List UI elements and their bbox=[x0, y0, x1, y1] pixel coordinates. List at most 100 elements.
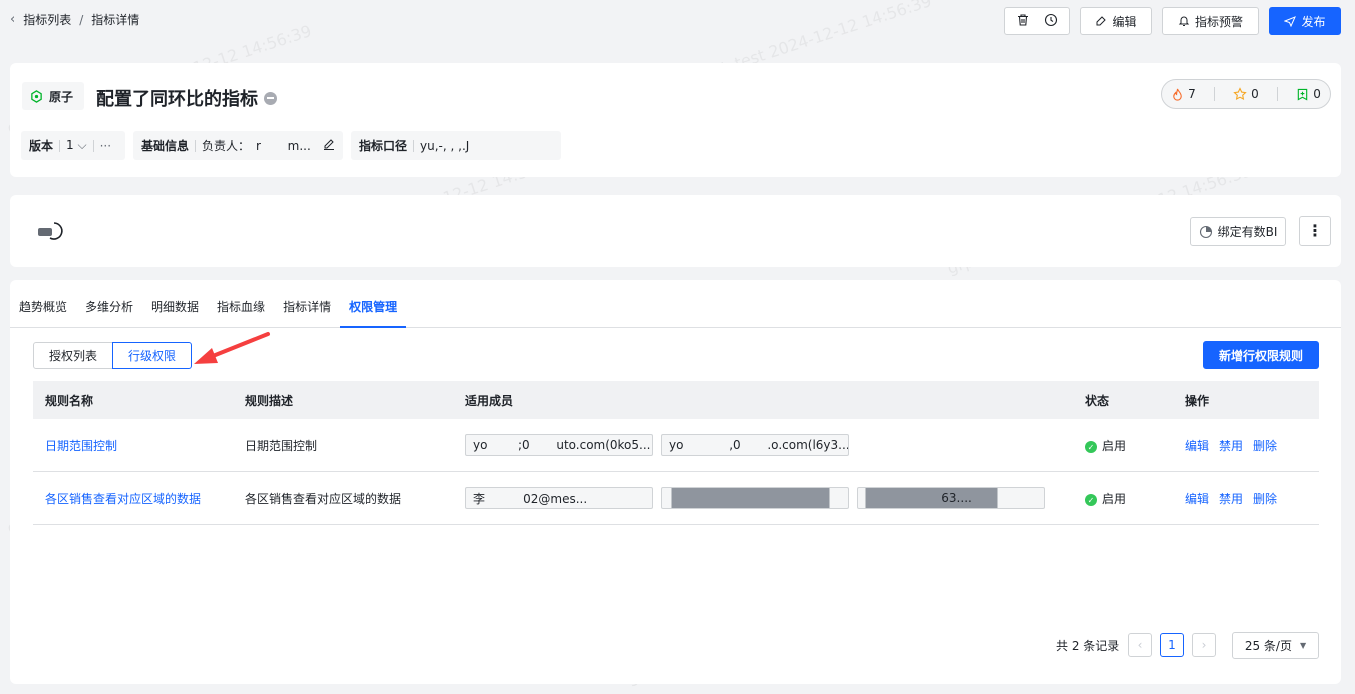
atom-icon bbox=[31, 89, 42, 103]
rule-table: 规则名称 规则描述 适用成员 状态 操作 日期范围控制 日期范围控制 yo ;0… bbox=[33, 381, 1319, 525]
divider bbox=[1276, 87, 1278, 101]
page-size-select[interactable]: 25 条/页 ▼ bbox=[1232, 632, 1319, 659]
table-header: 规则名称 规则描述 适用成员 状态 操作 bbox=[33, 381, 1319, 419]
history-icon[interactable] bbox=[1044, 13, 1058, 30]
bind-bi-label: 绑定有数BI bbox=[1217, 225, 1278, 239]
alert-button[interactable]: 指标预警 bbox=[1162, 7, 1259, 35]
bookmark-stat[interactable]: 0 bbox=[1296, 87, 1321, 101]
divider bbox=[413, 139, 415, 152]
segment-auth-list[interactable]: 授权列表 bbox=[33, 342, 113, 369]
bell-icon bbox=[1178, 16, 1190, 26]
caliber-box: 指标口径 yu,-, , ,.J bbox=[351, 131, 561, 160]
toolbar-icon-group bbox=[1004, 7, 1070, 35]
status-dot-icon bbox=[264, 91, 277, 105]
disable-rule-link[interactable]: 禁用 bbox=[1219, 490, 1243, 507]
member-list: 李 02@mes... 63.... bbox=[453, 487, 1073, 509]
tab-lineage[interactable]: 指标血缘 bbox=[208, 298, 274, 327]
trash-icon[interactable] bbox=[1016, 13, 1030, 30]
segment-row-permission[interactable]: 行级权限 bbox=[112, 342, 192, 369]
divider bbox=[59, 139, 61, 152]
edit-icon bbox=[1096, 16, 1107, 26]
bookmark-plus-icon bbox=[1297, 88, 1308, 101]
version-label: 版本 bbox=[29, 139, 54, 153]
tab-bar: 趋势概览 多维分析 明细数据 指标血缘 指标详情 权限管理 bbox=[10, 280, 1341, 328]
owner-label: 负责人： bbox=[202, 139, 251, 153]
caret-down-icon: ▼ bbox=[1299, 641, 1307, 650]
header-rule-name: 规则名称 bbox=[45, 393, 94, 408]
tab-multidim[interactable]: 多维分析 bbox=[76, 298, 142, 327]
member-list: yo ;0 uto.com(0ko5... yo ,0 .o.com(l6y3.… bbox=[453, 434, 1073, 456]
alert-label: 指标预警 bbox=[1194, 14, 1243, 29]
breadcrumb-current: 指标详情 bbox=[91, 13, 140, 27]
owner-value: r m... bbox=[256, 138, 311, 153]
star-stat[interactable]: 0 bbox=[1233, 87, 1259, 101]
member-tag: 李 02@mes... bbox=[465, 487, 653, 509]
metric-type-badge: 原子 bbox=[22, 82, 84, 110]
metric-title-text: 配置了同环比的指标 bbox=[96, 89, 258, 110]
chevron-left-icon: ‹ bbox=[1137, 638, 1143, 652]
edit-rule-link[interactable]: 编辑 bbox=[1185, 490, 1209, 507]
basic-info-box: 基础信息 负责人： r m... bbox=[133, 131, 343, 160]
edit-button[interactable]: 编辑 bbox=[1080, 7, 1152, 35]
page-number-button[interactable]: 1 bbox=[1160, 633, 1184, 657]
edit-label: 编辑 bbox=[1112, 14, 1137, 29]
hot-stat[interactable]: 7 bbox=[1171, 87, 1196, 101]
member-tag: yo ,0 .o.com(l6y3... bbox=[661, 434, 849, 456]
caliber-value: yu,-, , ,.J bbox=[420, 138, 470, 153]
page-size-label: 25 条/页 bbox=[1244, 639, 1292, 653]
rule-name-link[interactable]: 日期范围控制 bbox=[33, 437, 233, 454]
divider bbox=[92, 139, 94, 152]
more-icon[interactable]: ··· bbox=[100, 139, 111, 153]
header-status: 状态 bbox=[1085, 393, 1110, 408]
chevron-left-icon[interactable]: ‹ bbox=[10, 12, 15, 27]
tab-metric-detail[interactable]: 指标详情 bbox=[274, 298, 340, 327]
publish-button[interactable]: 发布 bbox=[1269, 7, 1341, 35]
breadcrumb-parent[interactable]: 指标列表 bbox=[23, 11, 71, 28]
breadcrumb-separator: / bbox=[79, 12, 84, 27]
add-row-rule-button[interactable]: 新增行权限规则 bbox=[1203, 341, 1319, 369]
table-row: 各区销售查看对应区域的数据 各区销售查看对应区域的数据 李 02@mes... … bbox=[33, 472, 1319, 525]
table-row: 日期范围控制 日期范围控制 yo ;0 uto.com(0ko5... yo ,… bbox=[33, 419, 1319, 472]
stats-pill: 7 0 0 bbox=[1161, 79, 1331, 109]
prev-page-button[interactable]: ‹ bbox=[1128, 633, 1152, 657]
check-circle-icon: ✓ bbox=[1085, 494, 1097, 506]
header-rule-desc: 规则描述 bbox=[245, 393, 294, 408]
tab-trend[interactable]: 趋势概览 bbox=[10, 298, 76, 327]
actions: 编辑 禁用 删除 bbox=[1173, 437, 1319, 454]
fire-icon bbox=[1173, 88, 1182, 101]
bi-link-icon bbox=[1199, 225, 1212, 238]
annotation-arrow-icon bbox=[194, 332, 270, 364]
next-page-button[interactable]: › bbox=[1192, 633, 1216, 657]
bi-logo-icon bbox=[38, 220, 66, 247]
delete-rule-link[interactable]: 删除 bbox=[1253, 437, 1277, 454]
tab-detail-data[interactable]: 明细数据 bbox=[142, 298, 208, 327]
caliber-label: 指标口径 bbox=[359, 139, 408, 153]
bind-bi-button[interactable]: 绑定有数BI bbox=[1190, 217, 1286, 246]
version-select[interactable]: 1 ⌵ bbox=[66, 138, 87, 153]
total-records: 共 2 条记录 bbox=[1056, 639, 1120, 653]
metric-type-label: 原子 bbox=[49, 89, 74, 104]
breadcrumb: ‹ 指标列表 / 指标详情 bbox=[10, 11, 139, 28]
check-circle-icon: ✓ bbox=[1085, 441, 1097, 453]
disable-rule-link[interactable]: 禁用 bbox=[1219, 437, 1243, 454]
delete-rule-link[interactable]: 删除 bbox=[1253, 490, 1277, 507]
chevron-right-icon: › bbox=[1201, 638, 1207, 652]
version-box: 版本 1 ⌵ ··· bbox=[21, 131, 125, 160]
rule-desc: 日期范围控制 bbox=[245, 438, 318, 453]
member-tag: yo ;0 uto.com(0ko5... bbox=[465, 434, 653, 456]
star-icon bbox=[1233, 87, 1247, 101]
actions: 编辑 禁用 删除 bbox=[1173, 490, 1319, 507]
member-tag: 63.... bbox=[857, 487, 1045, 509]
rule-name-link[interactable]: 各区销售查看对应区域的数据 bbox=[33, 490, 233, 507]
more-menu-button[interactable]: ⋮ bbox=[1299, 216, 1331, 246]
tab-permission[interactable]: 权限管理 bbox=[340, 298, 407, 328]
pencil-icon[interactable] bbox=[323, 138, 335, 153]
divider bbox=[195, 139, 197, 152]
header-actions: 操作 bbox=[1185, 393, 1210, 408]
edit-rule-link[interactable]: 编辑 bbox=[1185, 437, 1209, 454]
header-members: 适用成员 bbox=[465, 393, 514, 408]
chevron-down-icon: ⌵ bbox=[77, 138, 87, 152]
basic-info-label: 基础信息 bbox=[141, 139, 190, 153]
status: ✓ 启用 bbox=[1073, 437, 1173, 454]
bi-card bbox=[10, 195, 1341, 267]
